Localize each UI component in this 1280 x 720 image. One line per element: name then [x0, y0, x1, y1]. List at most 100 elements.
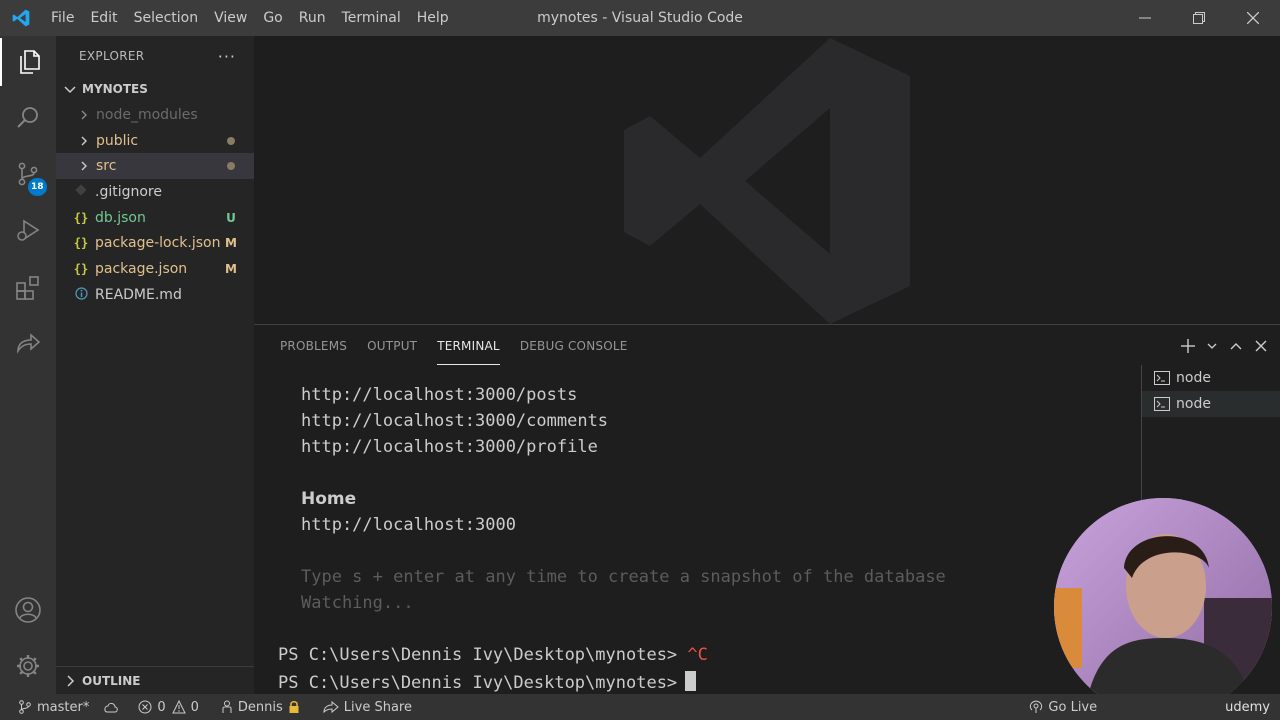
panel-actions [1180, 333, 1268, 359]
tree-item-readme[interactable]: README.md [56, 282, 254, 308]
restore-button[interactable] [1172, 0, 1226, 36]
terminal-watching: Watching... [301, 593, 414, 613]
menu-go[interactable]: Go [255, 0, 290, 36]
remote-explorer-button[interactable] [0, 320, 56, 368]
gear-icon [17, 655, 39, 677]
tree-item-node-modules[interactable]: node_modules [56, 102, 254, 128]
account-icon [15, 597, 41, 623]
chevron-right-icon [67, 674, 75, 687]
live-share-icon [17, 333, 41, 354]
manage-button[interactable] [0, 642, 56, 690]
close-icon [1247, 12, 1259, 24]
terminal-output[interactable]: http://localhost:3000/posts http://local… [278, 377, 1138, 695]
terminal-instance-node[interactable]: node [1142, 391, 1280, 417]
user-name: Dennis [237, 699, 283, 715]
files-icon [20, 50, 40, 74]
json-icon: {} [73, 210, 89, 225]
search-button[interactable] [0, 94, 56, 142]
terminal-instance-label: node [1176, 370, 1211, 386]
menu-file[interactable]: File [43, 0, 82, 36]
tree-item-db-json[interactable]: {} db.json U [56, 205, 254, 231]
tree-item-gitignore[interactable]: .gitignore [56, 179, 254, 205]
workspace-folder-name: MYNOTES [82, 82, 148, 96]
sync-button[interactable] [103, 701, 124, 713]
terminal-icon [1154, 397, 1170, 411]
tree-item-public[interactable]: public [56, 128, 254, 154]
run-debug-icon [17, 219, 40, 241]
menu-terminal[interactable]: Terminal [334, 0, 409, 36]
live-share-button[interactable]: Live Share [323, 700, 412, 715]
close-panel-button[interactable] [1254, 339, 1268, 353]
terminal-ctrl-c: ^C [687, 645, 708, 665]
branch-status[interactable]: master* [18, 700, 89, 715]
tree-item-label: package-lock.json [95, 235, 221, 252]
tree-item-label: .gitignore [95, 183, 162, 200]
menu-edit[interactable]: Edit [82, 0, 125, 36]
tree-item-package-json[interactable]: {} package.json M [56, 256, 254, 282]
panel-tabs: PROBLEMS OUTPUT TERMINAL DEBUG CONSOLE [270, 325, 638, 367]
run-debug-button[interactable] [0, 206, 56, 254]
source-control-button[interactable]: 18 [0, 150, 56, 198]
branch-label: master* [37, 699, 90, 715]
workspace-folder-header[interactable]: MYNOTES [56, 76, 254, 102]
broadcast-icon [1030, 700, 1043, 713]
outline-section[interactable]: OUTLINE [56, 666, 254, 694]
maximize-panel-button[interactable] [1228, 338, 1244, 354]
explorer-button[interactable] [0, 38, 56, 86]
restore-icon [1193, 12, 1205, 24]
explorer-header: EXPLORER ··· [56, 36, 254, 76]
tree-item-label: README.md [95, 286, 182, 303]
tab-problems[interactable]: PROBLEMS [280, 325, 347, 367]
live-share-user[interactable]: Dennis [221, 700, 305, 715]
tree-item-package-lock-json[interactable]: {} package-lock.json M [56, 230, 254, 256]
terminal-hint: Type s + enter at any time to create a s… [301, 567, 946, 587]
terminal-dropdown-button[interactable] [1206, 340, 1218, 352]
menu-view[interactable]: View [206, 0, 255, 36]
editor-area [254, 36, 1280, 324]
status-bar: master* 0 0 Dennis Live Share Go Live ud… [0, 694, 1280, 720]
terminal-instance-node[interactable]: node [1142, 365, 1280, 391]
terminal-prompt-line: PS C:\Users\Dennis Ivy\Desktop\mynotes> [278, 671, 697, 693]
tab-output[interactable]: OUTPUT [367, 325, 417, 367]
accounts-button[interactable] [0, 586, 56, 634]
terminal-instance-label: node [1176, 396, 1211, 412]
go-live-button[interactable]: Go Live [1029, 700, 1097, 715]
tree-item-src[interactable]: src [56, 153, 254, 180]
scm-badge: 18 [28, 178, 47, 196]
terminal-cursor [685, 671, 697, 691]
git-status-badge: M [225, 236, 237, 251]
more-actions-button[interactable]: ··· [218, 47, 236, 66]
new-terminal-button[interactable] [1180, 338, 1196, 354]
tab-debug-console[interactable]: DEBUG CONSOLE [520, 325, 628, 367]
close-icon [1255, 340, 1267, 352]
problems-status[interactable]: 0 0 [138, 700, 199, 715]
terminal-heading: Home [301, 489, 357, 509]
terminal-tabs-list: node node [1141, 365, 1280, 505]
chevron-right-icon [81, 161, 87, 171]
close-window-button[interactable] [1226, 0, 1280, 36]
chevron-right-icon [81, 110, 87, 120]
json-icon: {} [73, 236, 89, 251]
person-icon [222, 700, 232, 713]
chevron-right-icon [81, 136, 87, 146]
minimize-button[interactable] [1118, 0, 1172, 36]
tree-item-label: node_modules [96, 106, 198, 123]
info-icon [73, 287, 89, 303]
terminal-prompt: PS C:\Users\Dennis Ivy\Desktop\mynotes> [278, 645, 678, 665]
go-live-label: Go Live [1048, 699, 1098, 715]
udemy-watermark: udemy [1225, 699, 1270, 715]
menu-run[interactable]: Run [291, 0, 334, 36]
extensions-button[interactable] [0, 264, 56, 312]
json-icon: {} [73, 261, 89, 276]
live-share-label: Live Share [343, 699, 412, 715]
tab-terminal[interactable]: TERMINAL [437, 325, 500, 367]
chevron-up-icon [1230, 343, 1242, 350]
menu-selection[interactable]: Selection [126, 0, 207, 36]
chevron-down-icon [1207, 343, 1217, 349]
tree-item-label: src [96, 158, 117, 175]
vscode-watermark-icon [624, 38, 910, 324]
lock-icon [289, 701, 299, 713]
menu-help[interactable]: Help [409, 0, 457, 36]
git-status-badge: M [225, 261, 237, 276]
menu-bar: File Edit Selection View Go Run Terminal… [43, 0, 457, 36]
